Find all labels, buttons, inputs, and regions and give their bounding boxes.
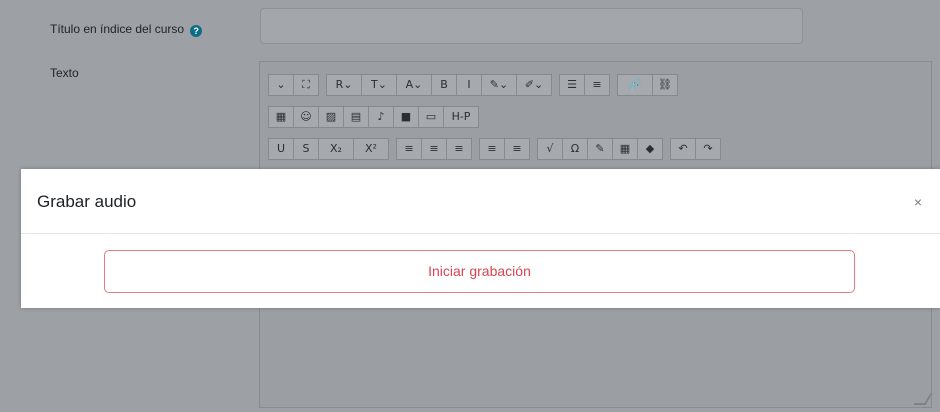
toolbar-button[interactable]: ✎ (587, 138, 613, 160)
close-icon[interactable]: × (914, 195, 922, 209)
text-label: Texto (50, 66, 79, 80)
course-form-page: Título en índice del curso? Texto ⌄ ⛶ R⌄ T⌄… (0, 0, 940, 412)
toolbar-button[interactable]: ▭ (418, 106, 444, 128)
toolbar-group: ⌄ ⛶ (268, 74, 319, 96)
toolbar-button[interactable]: B (431, 74, 457, 96)
toolbar-button[interactable]: I (456, 74, 482, 96)
toolbar-group: ☰ ≡ (559, 74, 610, 96)
toolbar-button[interactable]: ◆ (637, 138, 663, 160)
toolbar-button[interactable]: ✎⌄ (481, 74, 517, 96)
toolbar-button[interactable]: S (293, 138, 319, 160)
title-input[interactable] (260, 8, 803, 44)
toolbar-button[interactable]: ⛓ (652, 74, 678, 96)
toolbar-row-2: ▦ ☺ ▨ ▤ ♪ ■ ▭ H-P (268, 106, 479, 128)
toolbar-button[interactable]: H-P (443, 106, 479, 128)
title-label: Título en índice del curso (50, 22, 185, 36)
toolbar-button[interactable]: ≡ (446, 138, 472, 160)
help-icon[interactable]: ? (190, 25, 203, 37)
toolbar-button[interactable]: Ω (562, 138, 588, 160)
toolbar-button[interactable]: X₂ (318, 138, 354, 160)
record-audio-modal: Grabar audio × Iniciar grabación (21, 169, 940, 308)
start-recording-button[interactable]: Iniciar grabación (104, 250, 855, 293)
modal-header: Grabar audio × (21, 169, 940, 234)
toolbar-button[interactable]: ≡ (479, 138, 505, 160)
toolbar-button[interactable]: ▦ (612, 138, 638, 160)
toolbar-button[interactable]: ≡ (396, 138, 422, 160)
toolbar-button[interactable]: R⌄ (326, 74, 362, 96)
toolbar-group: 🔗 ⛓ (617, 74, 678, 96)
toolbar-button[interactable]: 🔗 (617, 74, 653, 96)
toolbar-button[interactable]: U (268, 138, 294, 160)
toolbar-group: ≡ ≡ ≡ (396, 138, 472, 160)
resize-grip-icon[interactable] (913, 393, 933, 405)
toolbar-button[interactable]: T⌄ (361, 74, 397, 96)
toolbar-button[interactable]: ✐⌄ (516, 74, 552, 96)
toolbar-button[interactable]: A⌄ (396, 74, 432, 96)
toolbar-button[interactable]: ↶ (670, 138, 696, 160)
toolbar-group: √ Ω ✎ ▦ ◆ (537, 138, 663, 160)
toolbar-button[interactable]: ≡ (421, 138, 447, 160)
toolbar-row-3: U S X₂ X² ≡ ≡ ≡ ≡ ≡ √ Ω ✎ ▦ ◆ ↶ ↷ (268, 138, 721, 160)
toolbar-button[interactable]: ▤ (343, 106, 369, 128)
toolbar-button[interactable]: ≡ (584, 74, 610, 96)
toolbar-group: ↶ ↷ (670, 138, 721, 160)
toolbar-group: ≡ ≡ (479, 138, 530, 160)
toolbar-button[interactable]: ♪ (368, 106, 394, 128)
toolbar-button[interactable]: ■ (393, 106, 419, 128)
toolbar-button[interactable]: ☰ (559, 74, 585, 96)
toolbar-row-1: ⌄ ⛶ R⌄ T⌄ A⌄ B I ✎⌄ ✐⌄ ☰ ≡ 🔗 ⛓ (268, 74, 678, 96)
toolbar-group: R⌄ T⌄ A⌄ B I ✎⌄ ✐⌄ (326, 74, 552, 96)
toolbar-button[interactable]: √ (537, 138, 563, 160)
toolbar-group: ▦ ☺ ▨ ▤ ♪ ■ ▭ H-P (268, 106, 479, 128)
toolbar-button[interactable]: ⌄ (268, 74, 294, 96)
toolbar-button[interactable]: ⛶ (293, 74, 319, 96)
toolbar-group: U S X₂ X² (268, 138, 389, 160)
toolbar-button[interactable]: ▦ (268, 106, 294, 128)
modal-title: Grabar audio (37, 192, 137, 211)
toolbar-button[interactable]: X² (353, 138, 389, 160)
toolbar-button[interactable]: ↷ (695, 138, 721, 160)
title-label-row: Título en índice del curso? (50, 22, 203, 37)
toolbar-button[interactable]: ≡ (504, 138, 530, 160)
toolbar-button[interactable]: ▨ (318, 106, 344, 128)
toolbar-button[interactable]: ☺ (293, 106, 319, 128)
